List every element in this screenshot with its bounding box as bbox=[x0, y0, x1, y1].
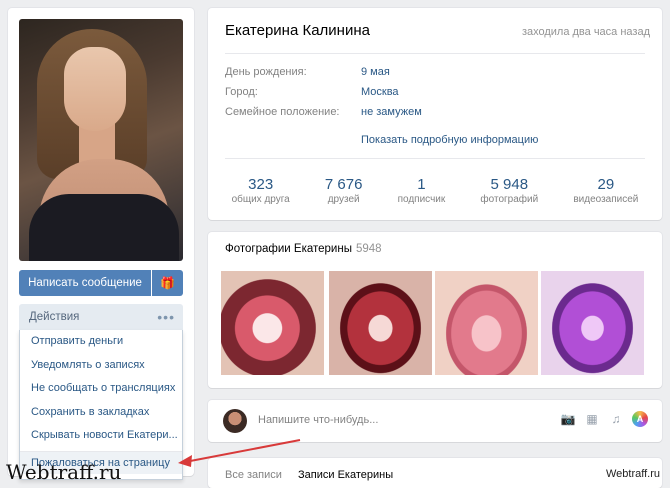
watermark-left: Webtraff.ru bbox=[6, 460, 122, 484]
watermark-right: Webtraff.ru bbox=[605, 468, 660, 480]
arrow-line bbox=[184, 439, 301, 463]
annotation-arrow bbox=[178, 439, 301, 467]
arrow-head bbox=[178, 455, 192, 467]
